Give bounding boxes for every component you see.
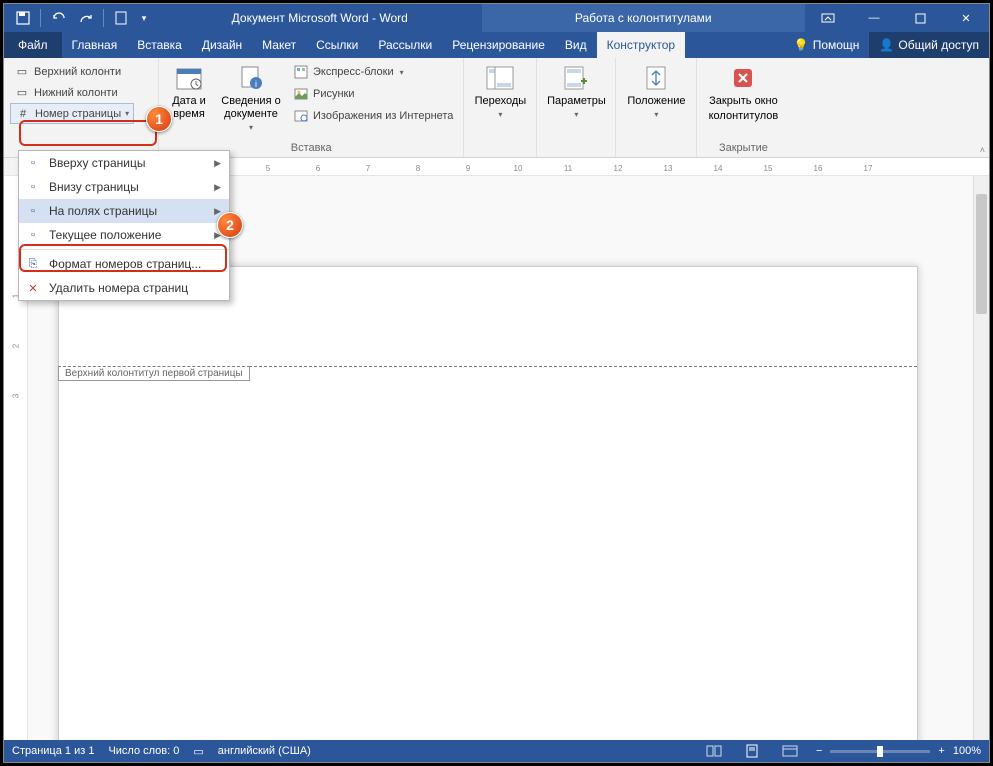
word-count[interactable]: Число слов: 0: [108, 745, 179, 757]
zoom-control[interactable]: − + 100%: [816, 745, 981, 757]
format-icon: ⎘: [25, 256, 41, 272]
menu-remove-page-numbers[interactable]: ✕Удалить номера страниц: [19, 276, 229, 300]
file-tab[interactable]: Файл: [4, 32, 62, 58]
vertical-scrollbar[interactable]: [973, 176, 989, 740]
tab-header-footer-design[interactable]: Конструктор: [597, 32, 685, 58]
page-indicator[interactable]: Страница 1 из 1: [12, 745, 94, 757]
tab-home[interactable]: Главная: [62, 32, 128, 58]
quick-access-toolbar: ▾: [4, 7, 158, 29]
tab-design[interactable]: Дизайн: [192, 32, 252, 58]
redo-button[interactable]: [73, 7, 99, 29]
pictures-button[interactable]: Рисунки: [289, 83, 457, 105]
tab-review[interactable]: Рецензирование: [442, 32, 555, 58]
header-tag: Верхний колонтитул первой страницы: [58, 366, 250, 381]
undo-button[interactable]: [45, 7, 71, 29]
remove-icon: ✕: [25, 280, 41, 296]
position-button[interactable]: Положение▾: [622, 61, 690, 120]
print-layout-button[interactable]: [740, 742, 764, 760]
ribbon-tabs: Файл Главная Вставка Дизайн Макет Ссылки…: [4, 32, 989, 58]
minimize-button[interactable]: ―: [851, 4, 897, 32]
footer-icon: ▭: [14, 85, 30, 101]
tab-view[interactable]: Вид: [555, 32, 597, 58]
online-picture-icon: [293, 108, 309, 124]
share-button[interactable]: 👤Общий доступ: [869, 32, 989, 58]
menu-top-of-page[interactable]: ▫Вверху страницы▶: [19, 151, 229, 175]
zoom-out-button[interactable]: −: [816, 745, 822, 757]
menu-page-margins[interactable]: ▫На полях страницы▶: [19, 199, 229, 223]
save-button[interactable]: [10, 7, 36, 29]
position-icon: [640, 63, 672, 93]
proofing-icon[interactable]: ▭: [193, 745, 203, 758]
close-header-footer-button[interactable]: Закрыть окно колонтитулов: [703, 61, 783, 123]
close-icon: [727, 63, 759, 93]
group-close: Закрыть окно колонтитулов Закрытие: [697, 58, 789, 157]
close-button[interactable]: ✕: [943, 4, 989, 32]
qat-customize-button[interactable]: ▾: [136, 7, 152, 29]
zoom-level[interactable]: 100%: [953, 745, 981, 757]
page-bottom-icon: ▫: [25, 179, 41, 195]
options-icon: [560, 63, 592, 93]
page[interactable]: Верхний колонтитул первой страницы: [58, 266, 918, 740]
title-bar: ▾ Документ Microsoft Word - Word Работа …: [4, 4, 989, 32]
calendar-icon: [173, 63, 205, 93]
ribbon-display-button[interactable]: [805, 4, 851, 32]
goto-button[interactable]: Переходы▾: [470, 61, 530, 120]
submenu-arrow-icon: ▶: [214, 158, 221, 169]
group-header-footer: ▭Верхний колонти ▭Нижний колонти #Номер …: [4, 58, 159, 157]
page-number-menu: ▫Вверху страницы▶ ▫Внизу страницы▶ ▫На п…: [18, 150, 230, 301]
date-time-button[interactable]: Дата и время: [165, 61, 213, 121]
dropdown-arrow-icon: ▾: [125, 109, 129, 118]
lightbulb-icon: 💡: [794, 38, 809, 52]
tab-insert[interactable]: Вставка: [127, 32, 192, 58]
current-position-icon: ▫: [25, 227, 41, 243]
zoom-slider[interactable]: [830, 750, 930, 753]
options-button[interactable]: Параметры▾: [543, 61, 609, 120]
language-indicator[interactable]: английский (США): [218, 745, 311, 757]
new-doc-button[interactable]: [108, 7, 134, 29]
goto-icon: [484, 63, 516, 93]
group-options: Параметры▾: [537, 58, 616, 157]
page-number-button[interactable]: #Номер страницы▾: [10, 103, 134, 124]
quick-parts-icon: [293, 64, 309, 80]
page-top-icon: ▫: [25, 155, 41, 171]
footer-button[interactable]: ▭Нижний колонти: [10, 82, 122, 103]
window-title: Документ Microsoft Word - Word: [158, 11, 482, 25]
contextual-tab-title: Работа с колонтитулами: [482, 4, 806, 32]
group-navigation: Переходы▾: [464, 58, 537, 157]
svg-text:i: i: [255, 79, 257, 89]
maximize-button[interactable]: [897, 4, 943, 32]
submenu-arrow-icon: ▶: [214, 182, 221, 193]
menu-format-page-numbers[interactable]: ⎘Формат номеров страниц...: [19, 252, 229, 276]
menu-current-position[interactable]: ▫Текущее положение▶: [19, 223, 229, 247]
annotation-badge-1: 1: [146, 106, 172, 132]
zoom-in-button[interactable]: +: [938, 745, 944, 757]
tab-layout[interactable]: Макет: [252, 32, 306, 58]
document-info-icon: i: [235, 63, 267, 93]
tell-me-button[interactable]: 💡Помощн: [784, 32, 870, 58]
header-button[interactable]: ▭Верхний колонти: [10, 61, 125, 82]
menu-bottom-of-page[interactable]: ▫Внизу страницы▶: [19, 175, 229, 199]
page-margins-icon: ▫: [25, 203, 41, 219]
collapse-ribbon-button[interactable]: ˄: [980, 145, 985, 155]
annotation-badge-2: 2: [217, 212, 243, 238]
tab-mailings[interactable]: Рассылки: [368, 32, 442, 58]
header-icon: ▭: [14, 64, 30, 80]
document-info-button[interactable]: i Сведения о документе▾: [217, 61, 285, 133]
web-layout-button[interactable]: [778, 742, 802, 760]
read-mode-button[interactable]: [702, 742, 726, 760]
group-label-close: Закрытие: [703, 140, 783, 157]
quick-parts-button[interactable]: Экспресс-блоки▾: [289, 61, 457, 83]
status-bar: Страница 1 из 1 Число слов: 0 ▭ английск…: [4, 740, 989, 762]
page-number-icon: #: [15, 106, 31, 122]
online-pictures-button[interactable]: Изображения из Интернета: [289, 105, 457, 127]
share-icon: 👤: [879, 38, 894, 52]
tab-references[interactable]: Ссылки: [306, 32, 368, 58]
group-insert: Дата и время i Сведения о документе▾ Экс…: [159, 58, 464, 157]
group-position: Положение▾: [616, 58, 697, 157]
picture-icon: [293, 86, 309, 102]
